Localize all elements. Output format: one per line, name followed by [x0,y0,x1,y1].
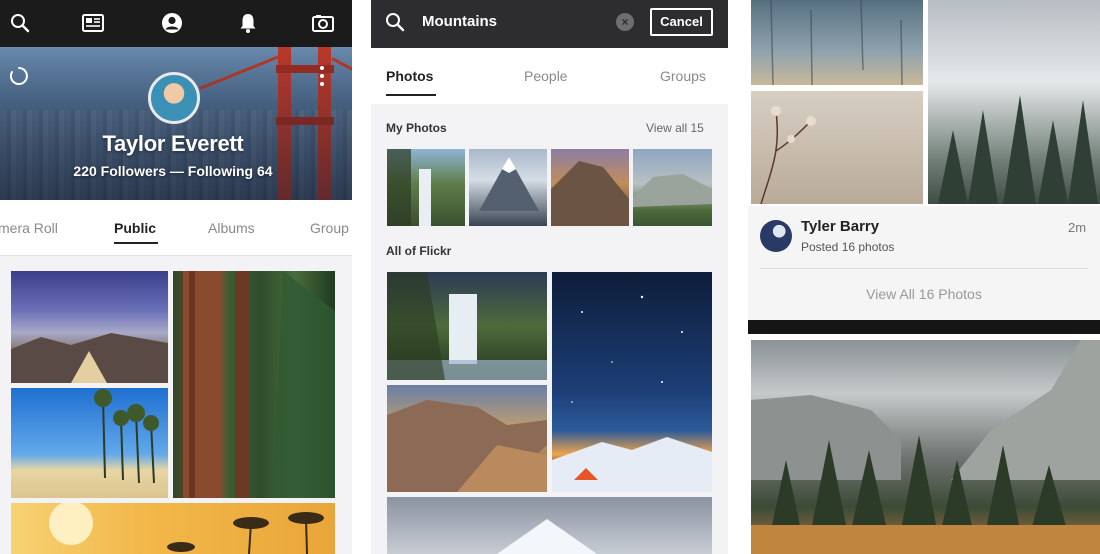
photo-thumbnail[interactable] [387,272,547,380]
photo-thumbnail[interactable] [387,385,547,492]
photo-thumbnail[interactable] [387,497,712,554]
cancel-button[interactable]: Cancel [650,8,713,36]
avatar[interactable] [760,220,792,252]
more-options-icon[interactable] [318,66,326,86]
profile-top-bar [0,0,352,47]
view-all-link[interactable]: View all 15 [646,121,704,135]
photo-thumbnail[interactable] [173,271,335,498]
photo-thumbnail[interactable] [387,149,465,226]
profile-tabs: mera Roll Public Albums Group [0,200,352,256]
search-tabs: Photos People Groups [371,48,728,104]
search-icon[interactable] [9,12,31,34]
divider [748,320,1100,334]
notifications-icon[interactable] [237,12,259,34]
active-tab-indicator [114,242,158,244]
photo-thumbnail[interactable] [751,0,923,85]
avatar[interactable] [148,72,200,124]
photo-thumbnail[interactable] [469,149,547,226]
search-screen: Mountains × Cancel Photos People Groups … [371,0,728,554]
tab-people[interactable]: People [524,68,568,84]
tab-groups[interactable]: Groups [660,68,706,84]
tab-groups[interactable]: Group [310,220,349,236]
photo-thumbnail[interactable] [551,149,629,226]
divider [760,268,1088,269]
clear-search-icon[interactable]: × [616,13,634,31]
section-title-my-photos: My Photos [386,121,447,135]
view-all-photos-button[interactable]: View All 16 Photos [748,286,1100,302]
activity-card: Tyler Barry Posted 16 photos 2m View All… [748,206,1100,320]
section-title-all-of-flickr: All of Flickr [386,244,452,258]
photo-thumbnail[interactable] [11,388,168,498]
feed-icon[interactable] [82,12,104,34]
photo-thumbnail[interactable] [928,0,1100,204]
active-tab-indicator [386,94,436,96]
tab-public[interactable]: Public [114,220,156,236]
tab-photos[interactable]: Photos [386,68,433,84]
search-bar: Mountains × Cancel [371,0,728,48]
activity-user-name[interactable]: Tyler Barry [801,218,879,235]
sync-icon[interactable] [9,66,29,86]
search-input[interactable]: Mountains [422,13,497,30]
photo-thumbnail[interactable] [552,272,712,492]
tab-albums[interactable]: Albums [208,220,255,236]
camera-icon[interactable] [312,12,334,34]
search-icon [385,12,405,37]
profile-screen: Taylor Everett 220 Followers — Following… [0,0,352,554]
photo-thumbnail[interactable] [751,340,1100,554]
profile-name: Taylor Everett [102,131,244,156]
photo-thumbnail[interactable] [633,149,712,226]
profile-icon[interactable] [161,12,183,34]
activity-timestamp: 2m [1068,220,1087,235]
profile-stats[interactable]: 220 Followers — Following 64 [0,163,346,179]
photo-thumbnail[interactable] [751,91,923,204]
feed-screen: Tyler Barry Posted 16 photos 2m View All… [748,0,1100,554]
photo-thumbnail[interactable] [11,271,168,383]
activity-subtitle: Posted 16 photos [801,240,895,254]
tab-camera-roll[interactable]: mera Roll [0,220,58,236]
screenshot-collage: Taylor Everett 220 Followers — Following… [0,0,1100,554]
photo-thumbnail[interactable] [11,503,335,554]
